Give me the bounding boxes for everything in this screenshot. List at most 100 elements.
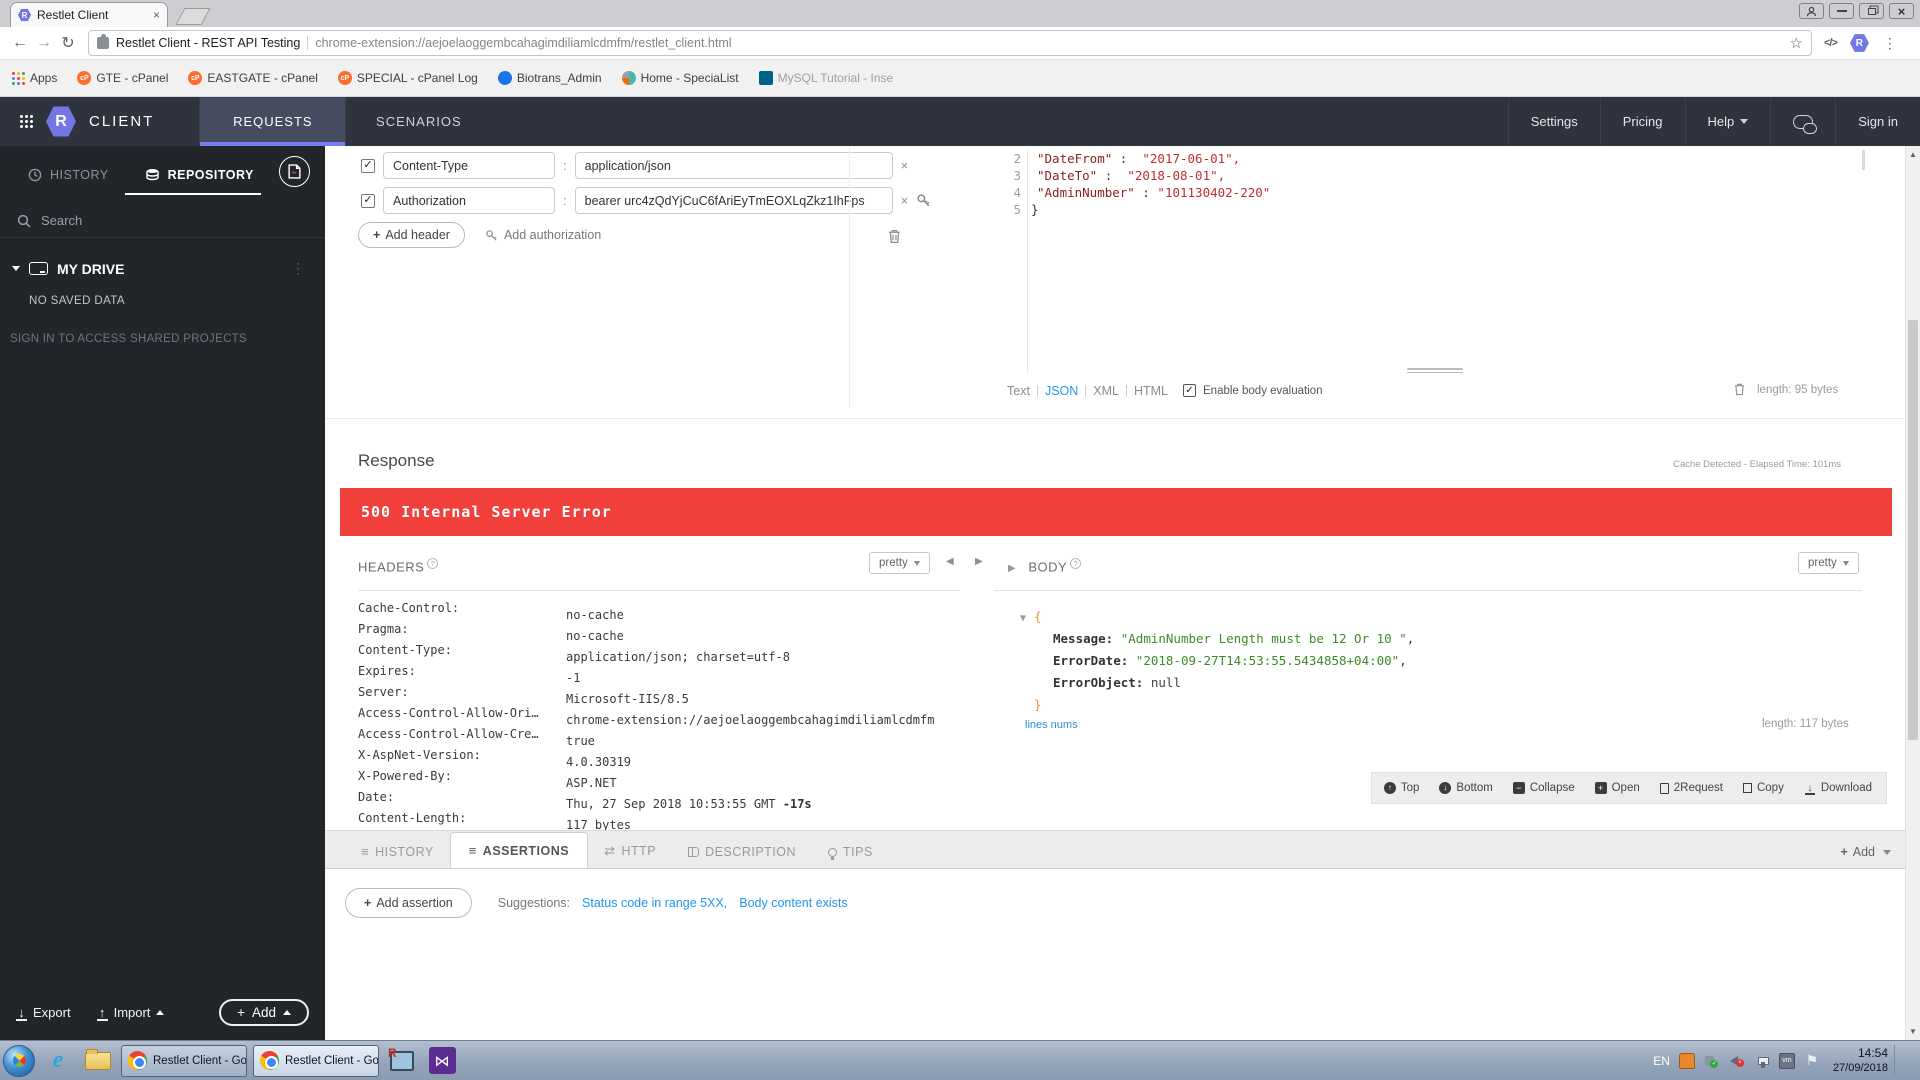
close-button[interactable]: ×: [1889, 3, 1914, 19]
add-assertion-button[interactable]: + Add assertion: [345, 888, 472, 918]
back-icon[interactable]: ←: [8, 34, 32, 52]
tab-tips[interactable]: TIPS: [812, 836, 889, 868]
address-bar[interactable]: Restlet Client - REST API Testing chrome…: [88, 30, 1812, 56]
collapse-caret-icon[interactable]: ▶: [1008, 563, 1016, 574]
forward-icon[interactable]: →: [32, 34, 56, 52]
header-enabled-checkbox[interactable]: ✓: [361, 193, 375, 208]
scroll-top-button[interactable]: ↑ Top: [1383, 782, 1419, 794]
new-document-button[interactable]: [279, 156, 310, 187]
taskbar-explorer[interactable]: [81, 1046, 115, 1076]
download-button[interactable]: ↓ Download: [1804, 782, 1872, 795]
help-icon[interactable]: ?: [427, 558, 439, 569]
tab-requests[interactable]: REQUESTS: [199, 97, 346, 146]
pager-left-icon[interactable]: ◀: [946, 556, 954, 567]
show-desktop-button[interactable]: [1904, 1041, 1912, 1080]
download-manager-icon[interactable]: [1678, 1052, 1695, 1069]
copy-button[interactable]: Copy: [1742, 780, 1784, 794]
help-menu[interactable]: Help: [1684, 97, 1771, 146]
header-value-input[interactable]: [574, 187, 893, 214]
auth-key-icon[interactable]: [916, 193, 931, 208]
start-button[interactable]: [3, 1044, 35, 1077]
language-indicator[interactable]: EN: [1653, 1054, 1670, 1068]
header-name-input[interactable]: [383, 187, 555, 214]
add-button[interactable]: + Add: [219, 998, 309, 1026]
add-authorization-button[interactable]: Add authorization: [485, 228, 601, 242]
open-button[interactable]: + Open: [1594, 782, 1640, 794]
resize-handle[interactable]: [1407, 368, 1463, 374]
suggestion-status-5xx-link[interactable]: Status code in range 5XX,: [582, 896, 727, 910]
taskbar-ie[interactable]: e: [41, 1046, 75, 1076]
bookmark-star-icon[interactable]: ☆: [1790, 34, 1803, 52]
browser-menu-icon[interactable]: ⋮: [1883, 35, 1898, 52]
taskbar-visual-studio[interactable]: ⋈: [425, 1046, 459, 1076]
page-scrollbar[interactable]: ▲ ▼: [1905, 146, 1920, 1040]
header-name-input[interactable]: [383, 152, 555, 179]
vm-icon[interactable]: vm: [1778, 1052, 1795, 1069]
bookmark-gte-cpanel[interactable]: cP GTE - cPanel: [77, 71, 168, 85]
add-tab-button[interactable]: + Add: [1826, 836, 1905, 868]
remove-header-icon[interactable]: ×: [901, 193, 909, 208]
suggestion-body-exists-link[interactable]: Body content exists: [739, 896, 847, 910]
body-eval-checkbox[interactable]: ✓: [1183, 384, 1196, 397]
bookmark-apps[interactable]: Apps: [12, 71, 57, 85]
remove-header-icon[interactable]: ×: [901, 158, 909, 173]
profile-icon[interactable]: [1799, 3, 1824, 19]
reload-icon[interactable]: ↻: [56, 33, 80, 53]
taskbar-window-chrome-1[interactable]: Restlet Client - Go...: [121, 1044, 247, 1077]
body-tab-xml[interactable]: XML: [1093, 384, 1119, 398]
collapse-button[interactable]: − Collapse: [1512, 782, 1575, 794]
drive-menu-icon[interactable]: ⋮: [291, 260, 305, 277]
body-tab-json[interactable]: JSON: [1045, 384, 1078, 398]
taskbar-remote-desktop[interactable]: [385, 1046, 419, 1076]
expand-caret-icon[interactable]: [12, 266, 20, 271]
network-icon[interactable]: [1754, 1053, 1770, 1069]
scroll-bottom-button[interactable]: ↓ Bottom: [1439, 782, 1493, 794]
bookmark-special-cpanel[interactable]: cP SPECIAL - cPanel Log: [337, 71, 478, 85]
to-request-button[interactable]: 2Request: [1659, 782, 1723, 794]
bookmark-eastgate-cpanel[interactable]: cP EASTGATE - cPanel: [188, 71, 318, 85]
scrollbar-thumb[interactable]: [1908, 320, 1918, 740]
delete-headers-icon[interactable]: [887, 228, 902, 244]
new-tab-button[interactable]: [175, 8, 211, 25]
my-drive-row[interactable]: MY DRIVE ⋮: [0, 238, 325, 277]
taskbar-clock[interactable]: 14:54 27/09/2018: [1833, 1044, 1895, 1077]
header-enabled-checkbox[interactable]: ✓: [361, 158, 375, 173]
restore-button[interactable]: [1859, 3, 1884, 19]
clear-body-icon[interactable]: [1733, 382, 1746, 396]
bookmark-mysql-tutorial[interactable]: MySQL Tutorial - Inse: [758, 71, 893, 85]
add-header-button[interactable]: + Add header: [358, 222, 465, 248]
body-pretty-select[interactable]: pretty: [1798, 552, 1859, 574]
usb-icon[interactable]: ✓: [1704, 1053, 1720, 1069]
settings-button[interactable]: Settings: [1507, 97, 1600, 146]
body-tab-text[interactable]: Text: [1007, 384, 1030, 398]
sidebar-tab-history[interactable]: HISTORY: [28, 168, 109, 182]
app-grid-icon[interactable]: [20, 115, 33, 128]
search-input[interactable]: [41, 213, 241, 228]
bookmark-home-specialist[interactable]: Home - SpeciaList: [621, 71, 739, 85]
restlet-extension-icon[interactable]: R: [1849, 34, 1869, 52]
import-button[interactable]: ↑ Import: [96, 1005, 165, 1021]
tab-history[interactable]: ≡ HISTORY: [345, 835, 450, 868]
editor-scrollbar[interactable]: [1862, 150, 1865, 170]
tab-description[interactable]: DESCRIPTION: [672, 836, 812, 868]
bookmark-biotrans-admin[interactable]: Biotrans_Admin: [497, 71, 602, 85]
tab-http[interactable]: ⇄ HTTP: [588, 834, 672, 868]
pager-right-icon[interactable]: ▶: [975, 556, 983, 567]
feedback-button[interactable]: [1770, 97, 1835, 146]
tab-assertions[interactable]: ≡ ASSERTIONS: [449, 832, 589, 868]
request-body-editor[interactable]: 2 "DateFrom" : "2017-06-01", 3 "DateTo" : …: [1003, 150, 1865, 372]
header-value-input[interactable]: [574, 152, 893, 179]
dev-extension-icon[interactable]: </>: [1824, 37, 1838, 49]
headers-pretty-select[interactable]: pretty: [869, 552, 930, 574]
help-icon[interactable]: ?: [1070, 558, 1082, 569]
collapse-node-icon[interactable]: ▼: [1020, 613, 1026, 624]
body-tab-html[interactable]: HTML: [1134, 384, 1168, 398]
export-button[interactable]: ↓ Export: [16, 1005, 71, 1021]
volume-muted-icon[interactable]: ×: [1729, 1053, 1745, 1069]
taskbar-window-chrome-2[interactable]: Restlet Client - Go...: [253, 1044, 379, 1077]
action-center-flag-icon[interactable]: ⚑: [1804, 1052, 1820, 1069]
minimize-button[interactable]: [1829, 3, 1854, 19]
sign-in-button[interactable]: Sign in: [1835, 97, 1920, 146]
pricing-button[interactable]: Pricing: [1599, 97, 1685, 146]
scroll-down-icon[interactable]: ▼: [1909, 1027, 1917, 1036]
